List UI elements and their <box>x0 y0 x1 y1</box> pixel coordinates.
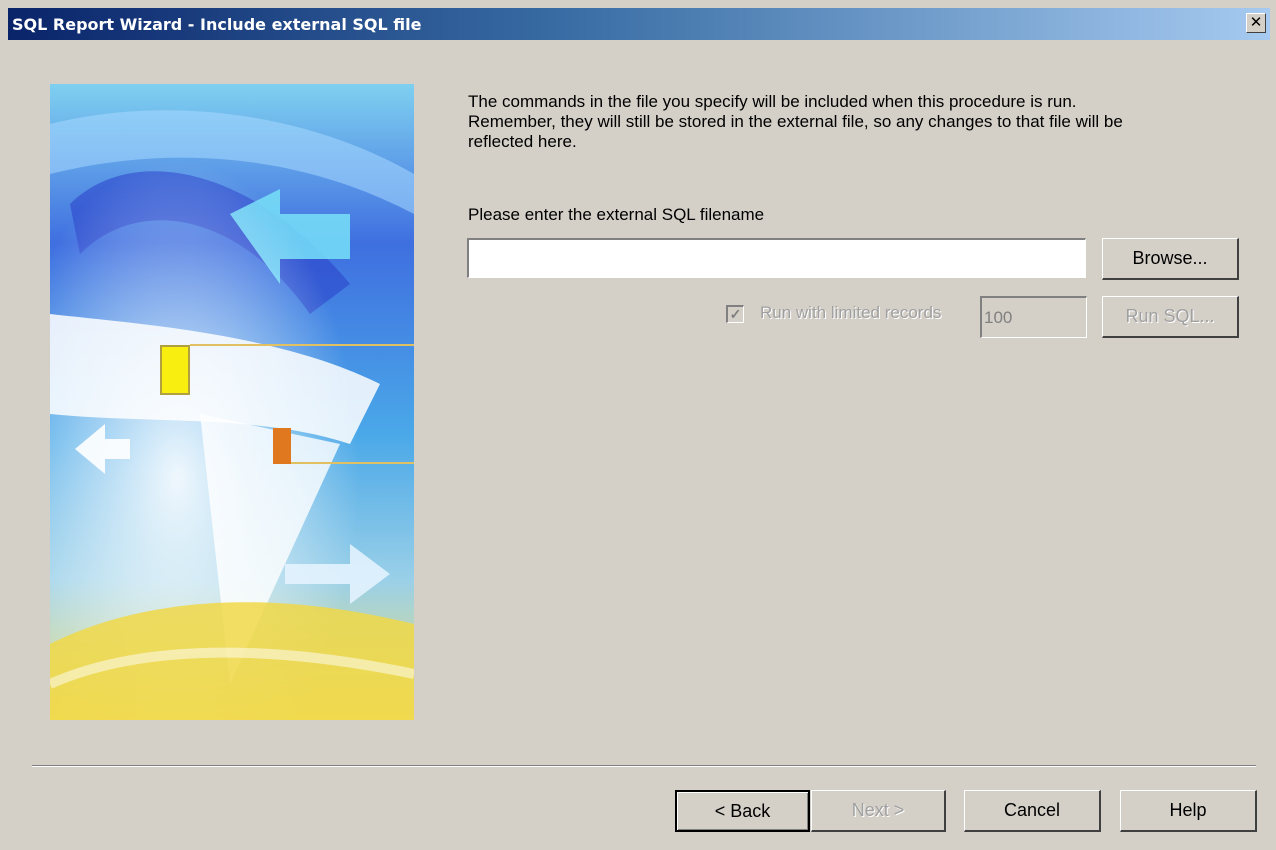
help-button[interactable]: Help <box>1120 790 1257 832</box>
limited-records-label: Run with limited records <box>760 303 942 322</box>
intro-line: reflected here. <box>468 132 577 151</box>
records-count-input[interactable] <box>980 296 1087 338</box>
limited-records-checkbox[interactable]: ✓ <box>726 305 744 323</box>
window-title: SQL Report Wizard - Include external SQL… <box>12 15 422 34</box>
wizard-window: SQL Report Wizard - Include external SQL… <box>0 0 1276 850</box>
close-icon: ✕ <box>1249 13 1263 31</box>
title-bar[interactable]: SQL Report Wizard - Include external SQL… <box>8 8 1270 40</box>
filename-input[interactable] <box>467 238 1086 278</box>
footer-divider <box>32 765 1256 767</box>
close-button[interactable]: ✕ <box>1246 13 1266 33</box>
back-button[interactable]: < Back <box>675 790 810 832</box>
intro-line: Remember, they will still be stored in t… <box>468 112 1123 131</box>
next-button[interactable]: Next > <box>811 790 946 832</box>
filename-label: Please enter the external SQL filename <box>468 205 765 224</box>
intro-line: The commands in the file you specify wil… <box>468 92 1077 111</box>
cancel-button[interactable]: Cancel <box>964 790 1101 832</box>
run-sql-button[interactable]: Run SQL... <box>1102 296 1239 338</box>
checkmark-icon: ✓ <box>729 306 742 322</box>
wizard-banner-image <box>50 84 414 720</box>
intro-text: The commands in the file you specify wil… <box>468 92 1238 152</box>
browse-button[interactable]: Browse... <box>1102 238 1239 280</box>
